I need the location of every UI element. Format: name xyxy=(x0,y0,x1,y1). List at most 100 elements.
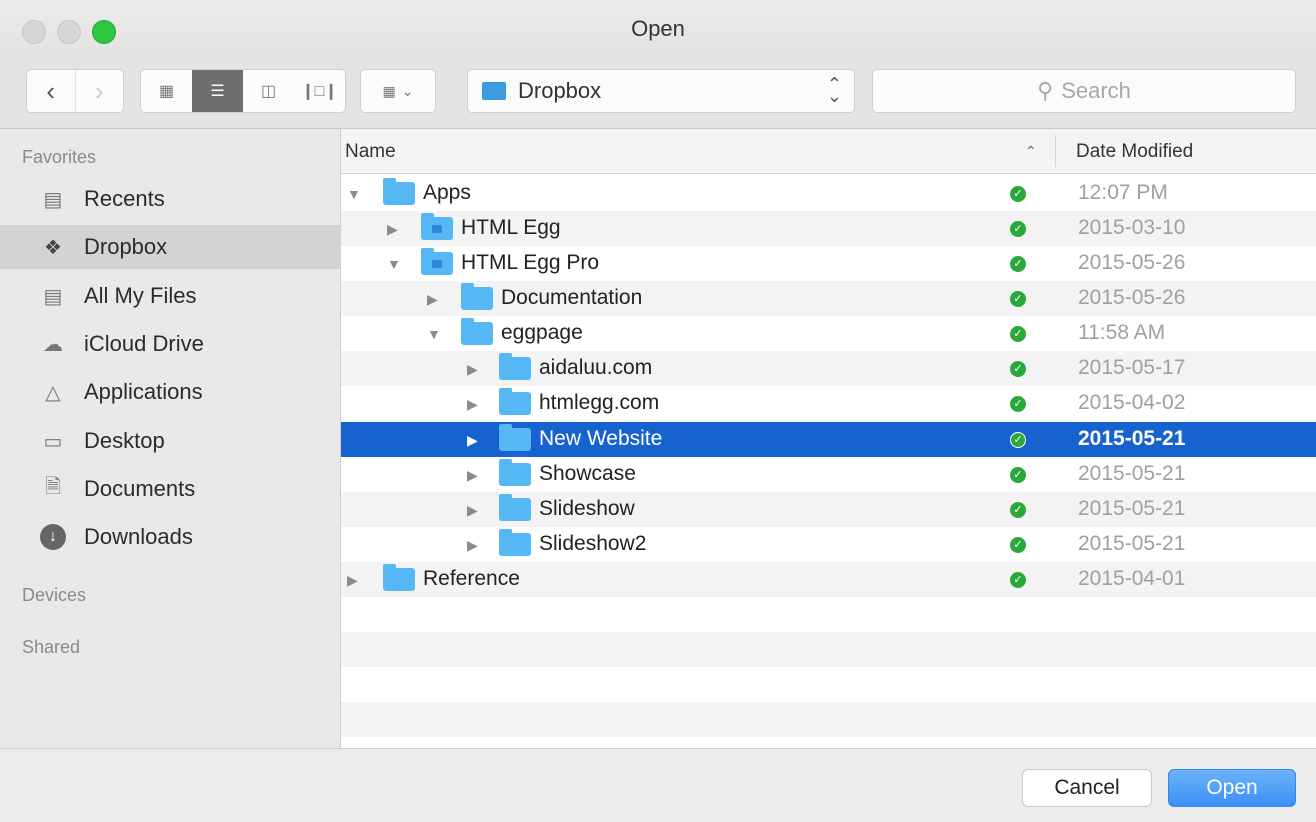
bottom-bar: Cancel Open xyxy=(0,748,1316,822)
disclosure-expanded-icon[interactable]: ▼ xyxy=(427,326,441,342)
folder-icon xyxy=(499,459,531,486)
synced-check-icon: ✓ xyxy=(1010,291,1026,307)
path-popup[interactable]: Dropbox ⌃ ⌄ xyxy=(467,69,855,113)
dropbox-folder-icon xyxy=(421,213,453,240)
columns-icon: ◫ xyxy=(260,83,277,100)
file-row[interactable]: ▶ Reference ✓ 2015-04-01 xyxy=(341,562,1316,597)
chevron-down-icon: ⌄ xyxy=(401,82,414,99)
column-header: Name ⌃ Date Modified xyxy=(341,129,1316,174)
synced-check-icon: ✓ xyxy=(1010,186,1026,202)
disclosure-collapsed-icon[interactable]: ▶ xyxy=(467,467,478,484)
file-row[interactable]: ▶ htmlegg.com ✓ 2015-04-02 xyxy=(341,386,1316,421)
synced-check-icon: ✓ xyxy=(1010,361,1026,377)
sidebar-item-documents[interactable]: 🗎 Documents xyxy=(0,467,340,511)
search-field[interactable]: ⚲ Search xyxy=(872,69,1296,113)
date-modified-column-header[interactable]: Date Modified xyxy=(1076,141,1193,163)
search-placeholder: Search xyxy=(1061,78,1131,103)
folder-icon xyxy=(499,353,531,380)
desktop-icon: ▭ xyxy=(43,430,63,453)
date-modified: 2015-05-21 xyxy=(1078,462,1186,485)
sidebar-item-icloud-drive[interactable]: ☁ iCloud Drive xyxy=(0,322,340,366)
disclosure-collapsed-icon[interactable]: ▶ xyxy=(467,361,478,378)
sidebar-item-label: Downloads xyxy=(84,524,193,549)
date-modified: 2015-04-01 xyxy=(1078,567,1186,590)
disclosure-collapsed-icon[interactable]: ▶ xyxy=(467,396,478,413)
sidebar-item-desktop[interactable]: ▭ Desktop xyxy=(0,419,340,463)
synced-check-icon: ✓ xyxy=(1010,256,1026,272)
sidebar: Favorites ▤ Recents ❖ Dropbox ▤ All My F… xyxy=(0,129,341,748)
sidebar-item-all-my-files[interactable]: ▤ All My Files xyxy=(0,274,340,318)
synced-check-icon: ✓ xyxy=(1010,432,1026,448)
disclosure-collapsed-icon[interactable]: ▶ xyxy=(427,291,438,308)
arrange-button[interactable]: ▦ ⌄ xyxy=(360,69,436,113)
sidebar-item-downloads[interactable]: ↓ Downloads xyxy=(0,515,340,559)
sidebar-item-dropbox[interactable]: ❖ Dropbox xyxy=(0,225,340,269)
sidebar-item-label: Desktop xyxy=(84,428,165,453)
forward-button[interactable]: › xyxy=(74,70,124,112)
file-row[interactable]: ▼ HTML Egg Pro ✓ 2015-05-26 xyxy=(341,246,1316,281)
name-column-header[interactable]: Name xyxy=(345,141,396,163)
disclosure-expanded-icon[interactable]: ▼ xyxy=(347,186,361,202)
cancel-button[interactable]: Cancel xyxy=(1022,769,1152,807)
file-row[interactable]: ▶ Documentation ✓ 2015-05-26 xyxy=(341,281,1316,316)
file-name: Showcase xyxy=(539,462,636,485)
empty-row xyxy=(341,597,1316,632)
file-name: New Website xyxy=(539,427,663,450)
all-files-icon: ▤ xyxy=(43,285,63,308)
synced-check-icon: ✓ xyxy=(1010,221,1026,237)
disclosure-collapsed-icon[interactable]: ▶ xyxy=(347,572,358,589)
empty-row xyxy=(341,632,1316,667)
file-row[interactable]: ▼ Apps ✓ 12:07 PM xyxy=(341,176,1316,211)
column-view-button[interactable]: ◫ xyxy=(243,70,294,112)
sort-ascending-icon: ⌃ xyxy=(1025,143,1037,159)
icon-view-button[interactable]: ▦ xyxy=(141,70,192,112)
file-name: htmlegg.com xyxy=(539,391,660,414)
date-modified: 2015-03-10 xyxy=(1078,216,1186,239)
open-button[interactable]: Open xyxy=(1168,769,1296,807)
file-name: HTML Egg Pro xyxy=(461,251,600,274)
file-name: eggpage xyxy=(501,321,583,344)
column-divider[interactable] xyxy=(1055,135,1056,167)
sidebar-item-label: Documents xyxy=(84,476,196,501)
file-row[interactable]: ▶ Slideshow2 ✓ 2015-05-21 xyxy=(341,527,1316,562)
dropbox-folder-icon xyxy=(421,248,453,275)
file-row[interactable]: ▶ aidaluu.com ✓ 2015-05-17 xyxy=(341,351,1316,386)
folder-icon xyxy=(461,318,493,345)
updown-chevron-icon: ⌃ ⌄ xyxy=(826,74,842,106)
back-button[interactable]: ‹ xyxy=(27,70,75,112)
chevron-right-icon: › xyxy=(94,75,104,106)
date-modified: 2015-04-02 xyxy=(1078,391,1186,414)
favorites-heading: Favorites xyxy=(22,147,97,167)
file-row[interactable]: ▶ HTML Egg ✓ 2015-03-10 xyxy=(341,211,1316,246)
sidebar-item-applications[interactable]: △ Applications xyxy=(0,370,340,414)
shared-heading: Shared xyxy=(22,637,81,657)
file-row[interactable]: ▶ Showcase ✓ 2015-05-21 xyxy=(341,457,1316,492)
list-view-button[interactable]: ☰ xyxy=(192,70,243,112)
search-icon: ⚲ xyxy=(1037,78,1054,103)
synced-check-icon: ✓ xyxy=(1010,396,1026,412)
synced-check-icon: ✓ xyxy=(1010,467,1026,483)
date-modified: 2015-05-21 xyxy=(1078,427,1186,450)
cover-flow-view-button[interactable]: ❙□❙ xyxy=(294,70,345,112)
file-row[interactable]: ▶ Slideshow ✓ 2015-05-21 xyxy=(341,492,1316,527)
synced-check-icon: ✓ xyxy=(1010,572,1026,588)
file-row[interactable]: ▼ eggpage ✓ 11:58 AM xyxy=(341,316,1316,351)
file-row-selected[interactable]: ▶ New Website ✓ 2015-05-21 xyxy=(341,422,1316,457)
sidebar-item-label: All My Files xyxy=(84,283,197,308)
path-label: Dropbox xyxy=(518,78,602,103)
file-name: HTML Egg xyxy=(461,216,561,239)
file-name: Documentation xyxy=(501,286,643,309)
disclosure-collapsed-icon[interactable]: ▶ xyxy=(467,502,478,519)
disclosure-collapsed-icon[interactable]: ▶ xyxy=(467,537,478,554)
folder-icon xyxy=(461,283,493,310)
sidebar-item-label: Recents xyxy=(84,186,165,211)
file-list: Name ⌃ Date Modified ▼ Apps ✓ 12:07 PM ▶… xyxy=(341,129,1316,748)
file-name: Slideshow2 xyxy=(539,532,647,555)
disclosure-collapsed-icon[interactable]: ▶ xyxy=(387,221,398,238)
devices-heading: Devices xyxy=(22,585,87,605)
disclosure-collapsed-icon[interactable]: ▶ xyxy=(467,432,478,449)
folder-icon xyxy=(383,564,415,591)
sidebar-item-recents[interactable]: ▤ Recents xyxy=(0,177,340,221)
folder-icon xyxy=(383,178,415,205)
disclosure-expanded-icon[interactable]: ▼ xyxy=(387,256,401,272)
